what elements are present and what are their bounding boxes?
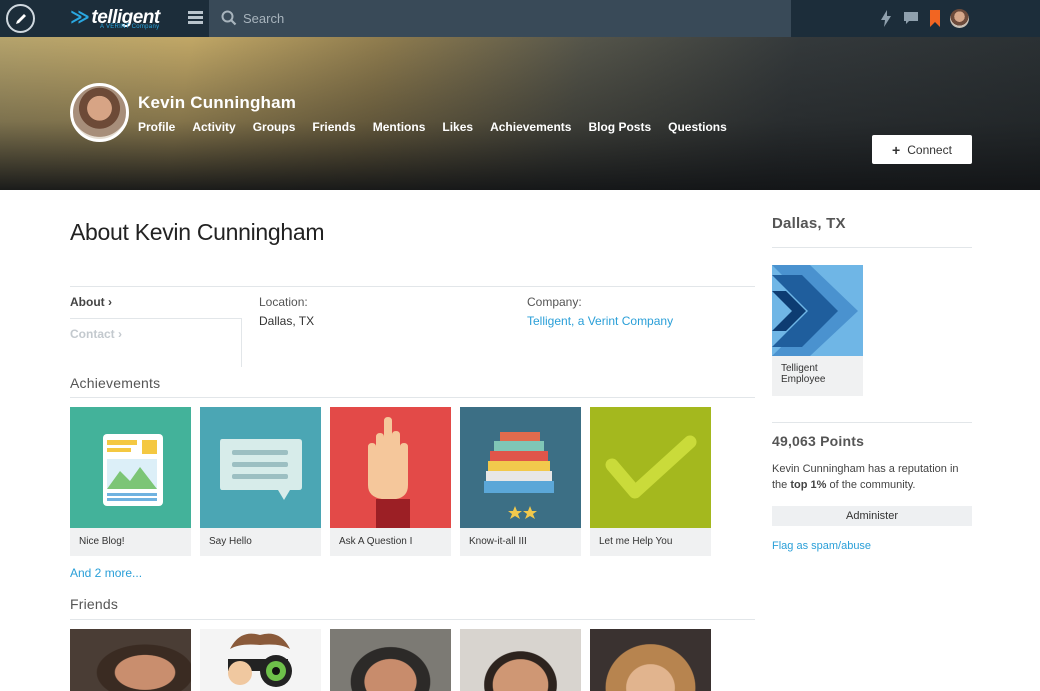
nav-achievements[interactable]: Achievements xyxy=(490,120,571,134)
profile-nav: Profile Activity Groups Friends Mentions… xyxy=(138,120,727,134)
divider xyxy=(772,422,972,423)
subnav-contact[interactable]: Contact › xyxy=(70,327,122,341)
bookmark-icon[interactable] xyxy=(930,10,940,27)
page-title: About Kevin Cunningham xyxy=(70,219,325,245)
achievement-card[interactable]: Ask A Question I xyxy=(330,407,451,556)
divider xyxy=(70,397,755,398)
flag-spam-link[interactable]: Flag as spam/abuse xyxy=(772,540,871,552)
achievement-label: Say Hello xyxy=(209,536,252,547)
reputation-rank: top 1% xyxy=(790,479,827,491)
location-label: Location: xyxy=(259,295,308,309)
achievement-label: Let me Help You xyxy=(599,536,673,547)
divider xyxy=(70,619,755,620)
achievement-card[interactable]: Let me Help You xyxy=(590,407,711,556)
friend-avatar[interactable] xyxy=(460,629,581,691)
reputation-text: Kevin Cunningham has a reputation in the… xyxy=(772,461,972,493)
achievement-label: Nice Blog! xyxy=(79,536,125,547)
nav-groups[interactable]: Groups xyxy=(253,120,296,134)
search-bar[interactable]: Search xyxy=(209,0,791,37)
company-link[interactable]: Telligent, a Verint Company xyxy=(527,314,673,328)
nav-friends[interactable]: Friends xyxy=(312,120,355,134)
subnav-divider xyxy=(70,318,242,367)
reputation-suffix: of the community. xyxy=(829,479,916,491)
achievement-card[interactable]: Say Hello xyxy=(200,407,321,556)
nav-mentions[interactable]: Mentions xyxy=(373,120,426,134)
help-you-image xyxy=(590,407,711,528)
location-value: Dallas, TX xyxy=(259,314,315,328)
pencil-icon[interactable] xyxy=(6,4,35,33)
search-input[interactable]: Search xyxy=(243,11,284,26)
administer-button[interactable]: Administer xyxy=(772,506,972,526)
profile-banner xyxy=(0,37,1040,190)
nav-profile[interactable]: Profile xyxy=(138,120,175,134)
subnav-about[interactable]: About › xyxy=(70,295,112,309)
sidebar-location: Dallas, TX xyxy=(772,215,846,232)
company-label: Company: xyxy=(527,295,582,309)
search-icon xyxy=(221,10,237,26)
top-bar: ≫ telligent A VERINT Company Search xyxy=(0,0,1040,37)
more-achievements-link[interactable]: And 2 more... xyxy=(70,566,142,580)
friends-title: Friends xyxy=(70,596,119,612)
divider xyxy=(772,247,972,248)
friend-avatar[interactable] xyxy=(70,629,191,691)
know-it-all-image xyxy=(460,407,581,528)
connect-label: Connect xyxy=(907,142,952,157)
connect-button[interactable]: + Connect xyxy=(872,135,972,164)
achievement-label: Know-it-all III xyxy=(469,536,527,547)
achievement-card[interactable]: Nice Blog! xyxy=(70,407,191,556)
say-hello-image xyxy=(200,407,321,528)
chat-icon[interactable] xyxy=(903,11,919,25)
logo-subtitle: A VERINT Company xyxy=(100,24,160,30)
plus-icon: + xyxy=(892,141,901,158)
avatar[interactable] xyxy=(950,9,969,28)
badge-caption: Telligent Employee xyxy=(781,363,826,385)
achievements-title: Achievements xyxy=(70,375,161,391)
achievement-card[interactable]: Know-it-all III xyxy=(460,407,581,556)
nav-activity[interactable]: Activity xyxy=(192,120,235,134)
divider xyxy=(70,286,755,287)
nice-blog-image xyxy=(70,407,191,528)
achievement-label: Ask A Question I xyxy=(339,536,413,547)
lightning-icon[interactable] xyxy=(880,10,892,27)
friend-avatar[interactable] xyxy=(330,629,451,691)
ask-question-image xyxy=(330,407,451,528)
friend-avatar[interactable] xyxy=(590,629,711,691)
nav-questions[interactable]: Questions xyxy=(668,120,727,134)
nav-blog-posts[interactable]: Blog Posts xyxy=(588,120,651,134)
employee-badge[interactable]: Telligent Employee xyxy=(772,265,863,396)
friend-avatar[interactable] xyxy=(200,629,321,691)
points-total: 49,063 Points xyxy=(772,433,865,449)
nav-likes[interactable]: Likes xyxy=(442,120,473,134)
profile-avatar[interactable] xyxy=(70,83,129,142)
chevron-badge-icon xyxy=(772,265,863,356)
menu-icon[interactable] xyxy=(188,11,203,25)
profile-name: Kevin Cunningham xyxy=(138,93,297,112)
